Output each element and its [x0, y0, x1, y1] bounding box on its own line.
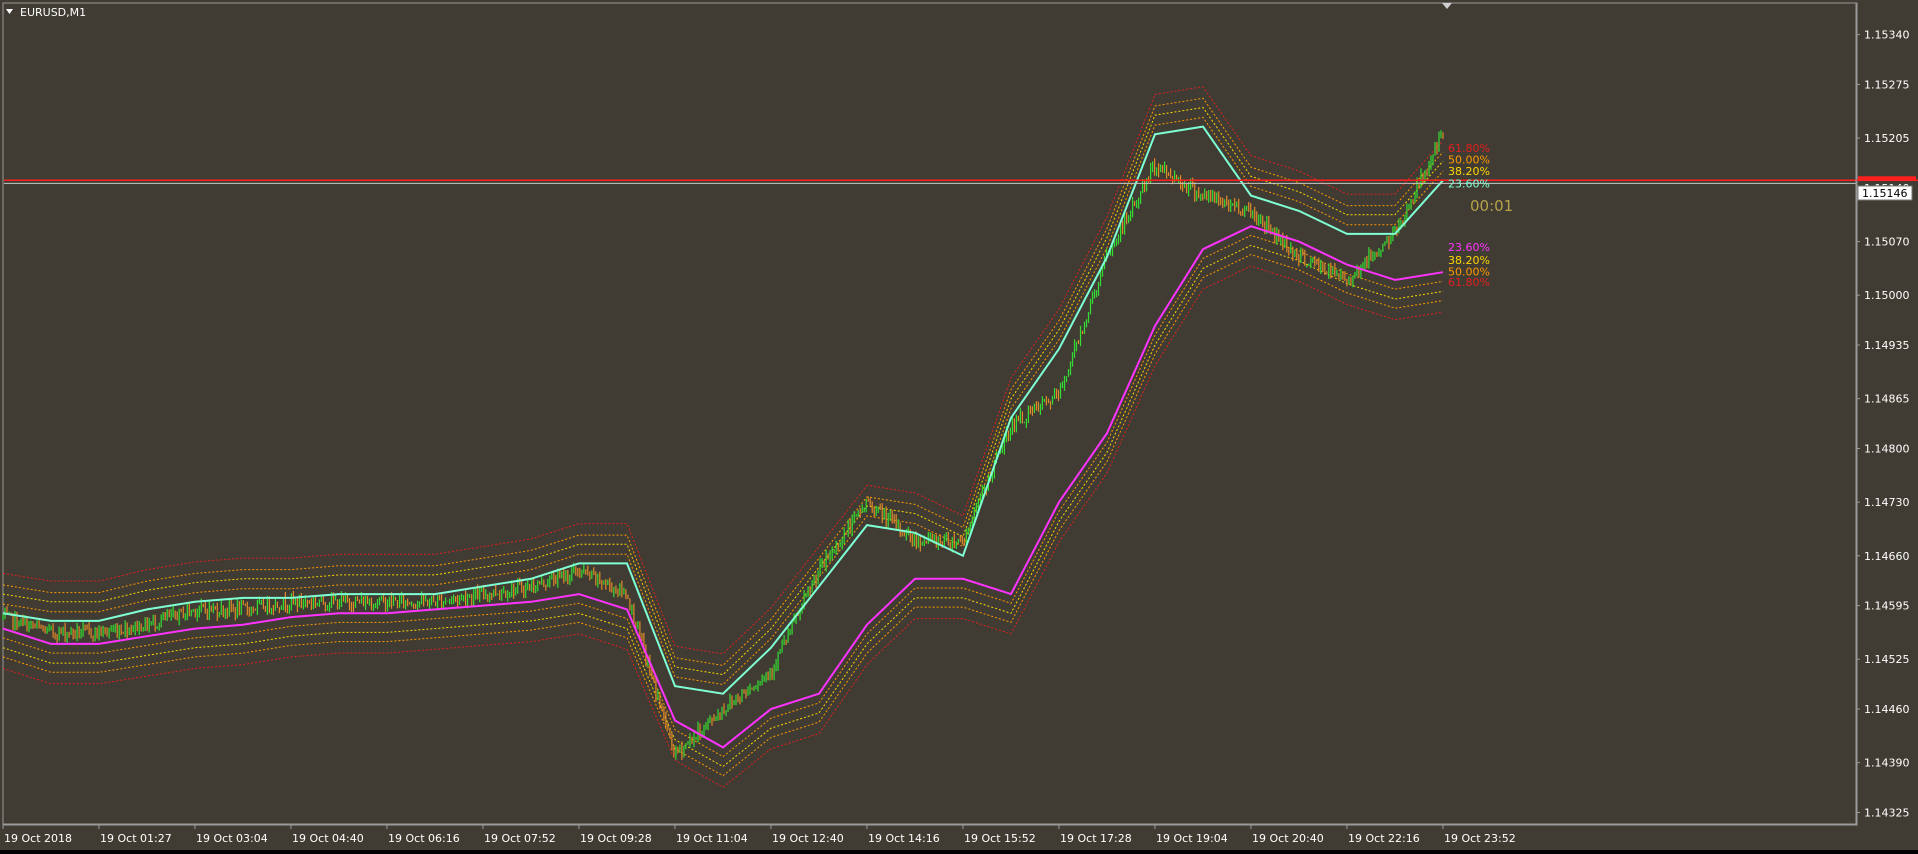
x-tick-label: 19 Oct 19:04 — [1156, 832, 1228, 845]
price-tag-label: 1.15146 — [1862, 187, 1908, 200]
y-tick-label: 1.14390 — [1864, 757, 1910, 770]
x-tick-label: 19 Oct 09:28 — [580, 832, 652, 845]
y-tick-label: 1.15205 — [1864, 132, 1910, 145]
countdown-label: 00:01 — [1470, 197, 1513, 215]
x-tick-label: 19 Oct 11:04 — [676, 832, 748, 845]
x-tick-label: 19 Oct 07:52 — [484, 832, 556, 845]
x-tick-label: 19 Oct 03:04 — [196, 832, 268, 845]
y-tick-label: 1.15275 — [1864, 79, 1910, 92]
symbol-title: EURUSD,M1 — [20, 6, 86, 19]
fib-label-lower: 23.60% — [1448, 241, 1490, 254]
chart-window[interactable]: 61.80% 50.00% 38.20% 23.60% 23.60% 38.20% 50.0… — [0, 0, 1918, 850]
x-tick-label: 19 Oct 2018 — [4, 832, 72, 845]
x-tick-label: 19 Oct 17:28 — [1060, 832, 1132, 845]
y-tick-label: 1.15000 — [1864, 289, 1910, 302]
y-tick-label: 1.14525 — [1864, 653, 1910, 666]
y-tick-label: 1.14460 — [1864, 703, 1910, 716]
x-tick-label: 19 Oct 20:40 — [1252, 832, 1324, 845]
y-tick-label: 1.14935 — [1864, 339, 1910, 352]
y-tick-label: 1.14660 — [1864, 550, 1910, 563]
price-marker — [1858, 176, 1916, 181]
y-tick-label: 1.15340 — [1864, 29, 1910, 42]
x-tick-label: 19 Oct 04:40 — [292, 832, 364, 845]
fib-label-upper: 38.20% — [1448, 165, 1490, 178]
fib-label-upper: 23.60% — [1448, 177, 1490, 190]
x-tick-label: 19 Oct 22:16 — [1348, 832, 1420, 845]
x-tick-label: 19 Oct 12:40 — [772, 832, 844, 845]
x-tick-label: 19 Oct 06:16 — [388, 832, 460, 845]
x-tick-label: 19 Oct 01:27 — [100, 832, 172, 845]
x-tick-label: 19 Oct 14:16 — [868, 832, 940, 845]
y-tick-label: 1.15070 — [1864, 236, 1910, 249]
chart-background — [0, 0, 1918, 850]
price-chart[interactable]: 61.80%50.00%38.20%23.60%23.60%38.20%50.0… — [0, 0, 1918, 850]
y-tick-label: 1.14325 — [1864, 807, 1910, 820]
current-price-tag: 1.15146 — [1857, 185, 1913, 201]
fib-label-lower: 61.80% — [1448, 276, 1490, 289]
y-tick-label: 1.14865 — [1864, 393, 1910, 406]
x-tick-label: 19 Oct 15:52 — [964, 832, 1036, 845]
y-tick-label: 1.14730 — [1864, 496, 1910, 509]
y-tick-label: 1.14595 — [1864, 600, 1910, 613]
x-tick-label: 19 Oct 23:52 — [1444, 832, 1516, 845]
y-tick-label: 1.14800 — [1864, 443, 1910, 456]
